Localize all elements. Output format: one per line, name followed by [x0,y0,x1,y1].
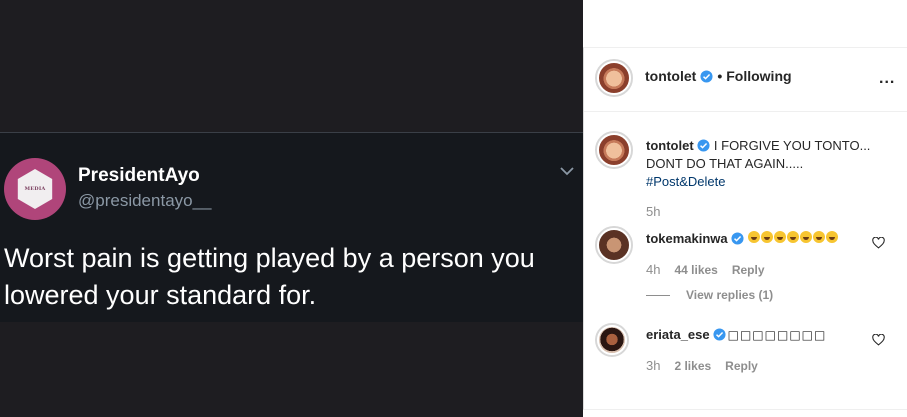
comment-likes[interactable]: 44 likes [674,263,717,277]
grinning-face-icon [812,231,825,243]
comment-timestamp: 3h [646,358,661,373]
comment-likes[interactable]: 2 likes [674,359,711,373]
caption-timestamp: 5h [646,204,661,219]
avatar[interactable] [595,59,633,97]
comment: tokemakinwa [646,231,839,246]
grinning-face-icon [786,231,799,243]
reply-button[interactable]: Reply [725,359,758,373]
grinning-face-icon [773,231,786,243]
tweet-avatar: MEDIA [4,158,66,220]
chevron-down-icon [560,167,574,176]
tweet-display-name: PresidentAyo [78,165,200,186]
view-replies-button[interactable]: View replies (1) [646,288,773,302]
comment-meta: 3h 2 likes Reply [646,358,758,373]
caption-suffix: &Delete [679,174,726,189]
post-author: tontolet • Following [645,68,792,84]
post-header: tontolet • Following ... [584,48,907,112]
caption-avatar[interactable] [595,131,633,169]
more-options-icon[interactable]: ... [879,70,895,88]
hashtag-link[interactable]: #Post [646,174,679,189]
comment-meta: 4h 44 likes Reply [646,262,765,277]
emoji-row [747,231,839,246]
comment-username[interactable]: tokemakinwa [646,231,728,246]
caption-username[interactable]: tontolet [646,138,694,153]
comment-timestamp: 4h [646,262,661,277]
comment: eriata_ese □□□□□□□□ [646,327,826,342]
caption: tontolet I FORGIVE YOU TONTO... DONT DO … [646,137,891,191]
author-username[interactable]: tontolet [645,68,696,84]
following-button[interactable]: Following [726,68,791,84]
grinning-face-icon [747,231,760,243]
verified-badge-icon [731,232,744,245]
grinning-face-icon [799,231,812,243]
grinning-face-icon [760,231,773,243]
post-sidebar: tontolet • Following ... tontolet I FORG… [583,47,907,410]
verified-badge-icon [713,328,726,341]
verified-badge-icon [700,69,713,83]
media-logo: MEDIA [17,169,53,209]
separator-dot: • [717,68,723,84]
verified-badge-icon [697,139,710,152]
grinning-face-icon [825,231,838,243]
comment-text: □□□□□□□□ [727,327,827,342]
comment-avatar[interactable] [595,323,629,357]
like-heart-icon[interactable] [872,237,885,249]
like-heart-icon[interactable] [872,334,885,346]
comment-username[interactable]: eriata_ese [646,327,710,342]
divider [646,294,670,296]
post-image: MEDIA PresidentAyo @presidentayo__ Worst… [0,0,583,417]
reply-button[interactable]: Reply [732,263,765,277]
view-replies-label[interactable]: View replies (1) [686,288,773,302]
tweet-text: Worst pain is getting played by a person… [4,243,535,310]
tweet-handle: @presidentayo__ [78,191,212,210]
comment-avatar[interactable] [595,226,633,264]
